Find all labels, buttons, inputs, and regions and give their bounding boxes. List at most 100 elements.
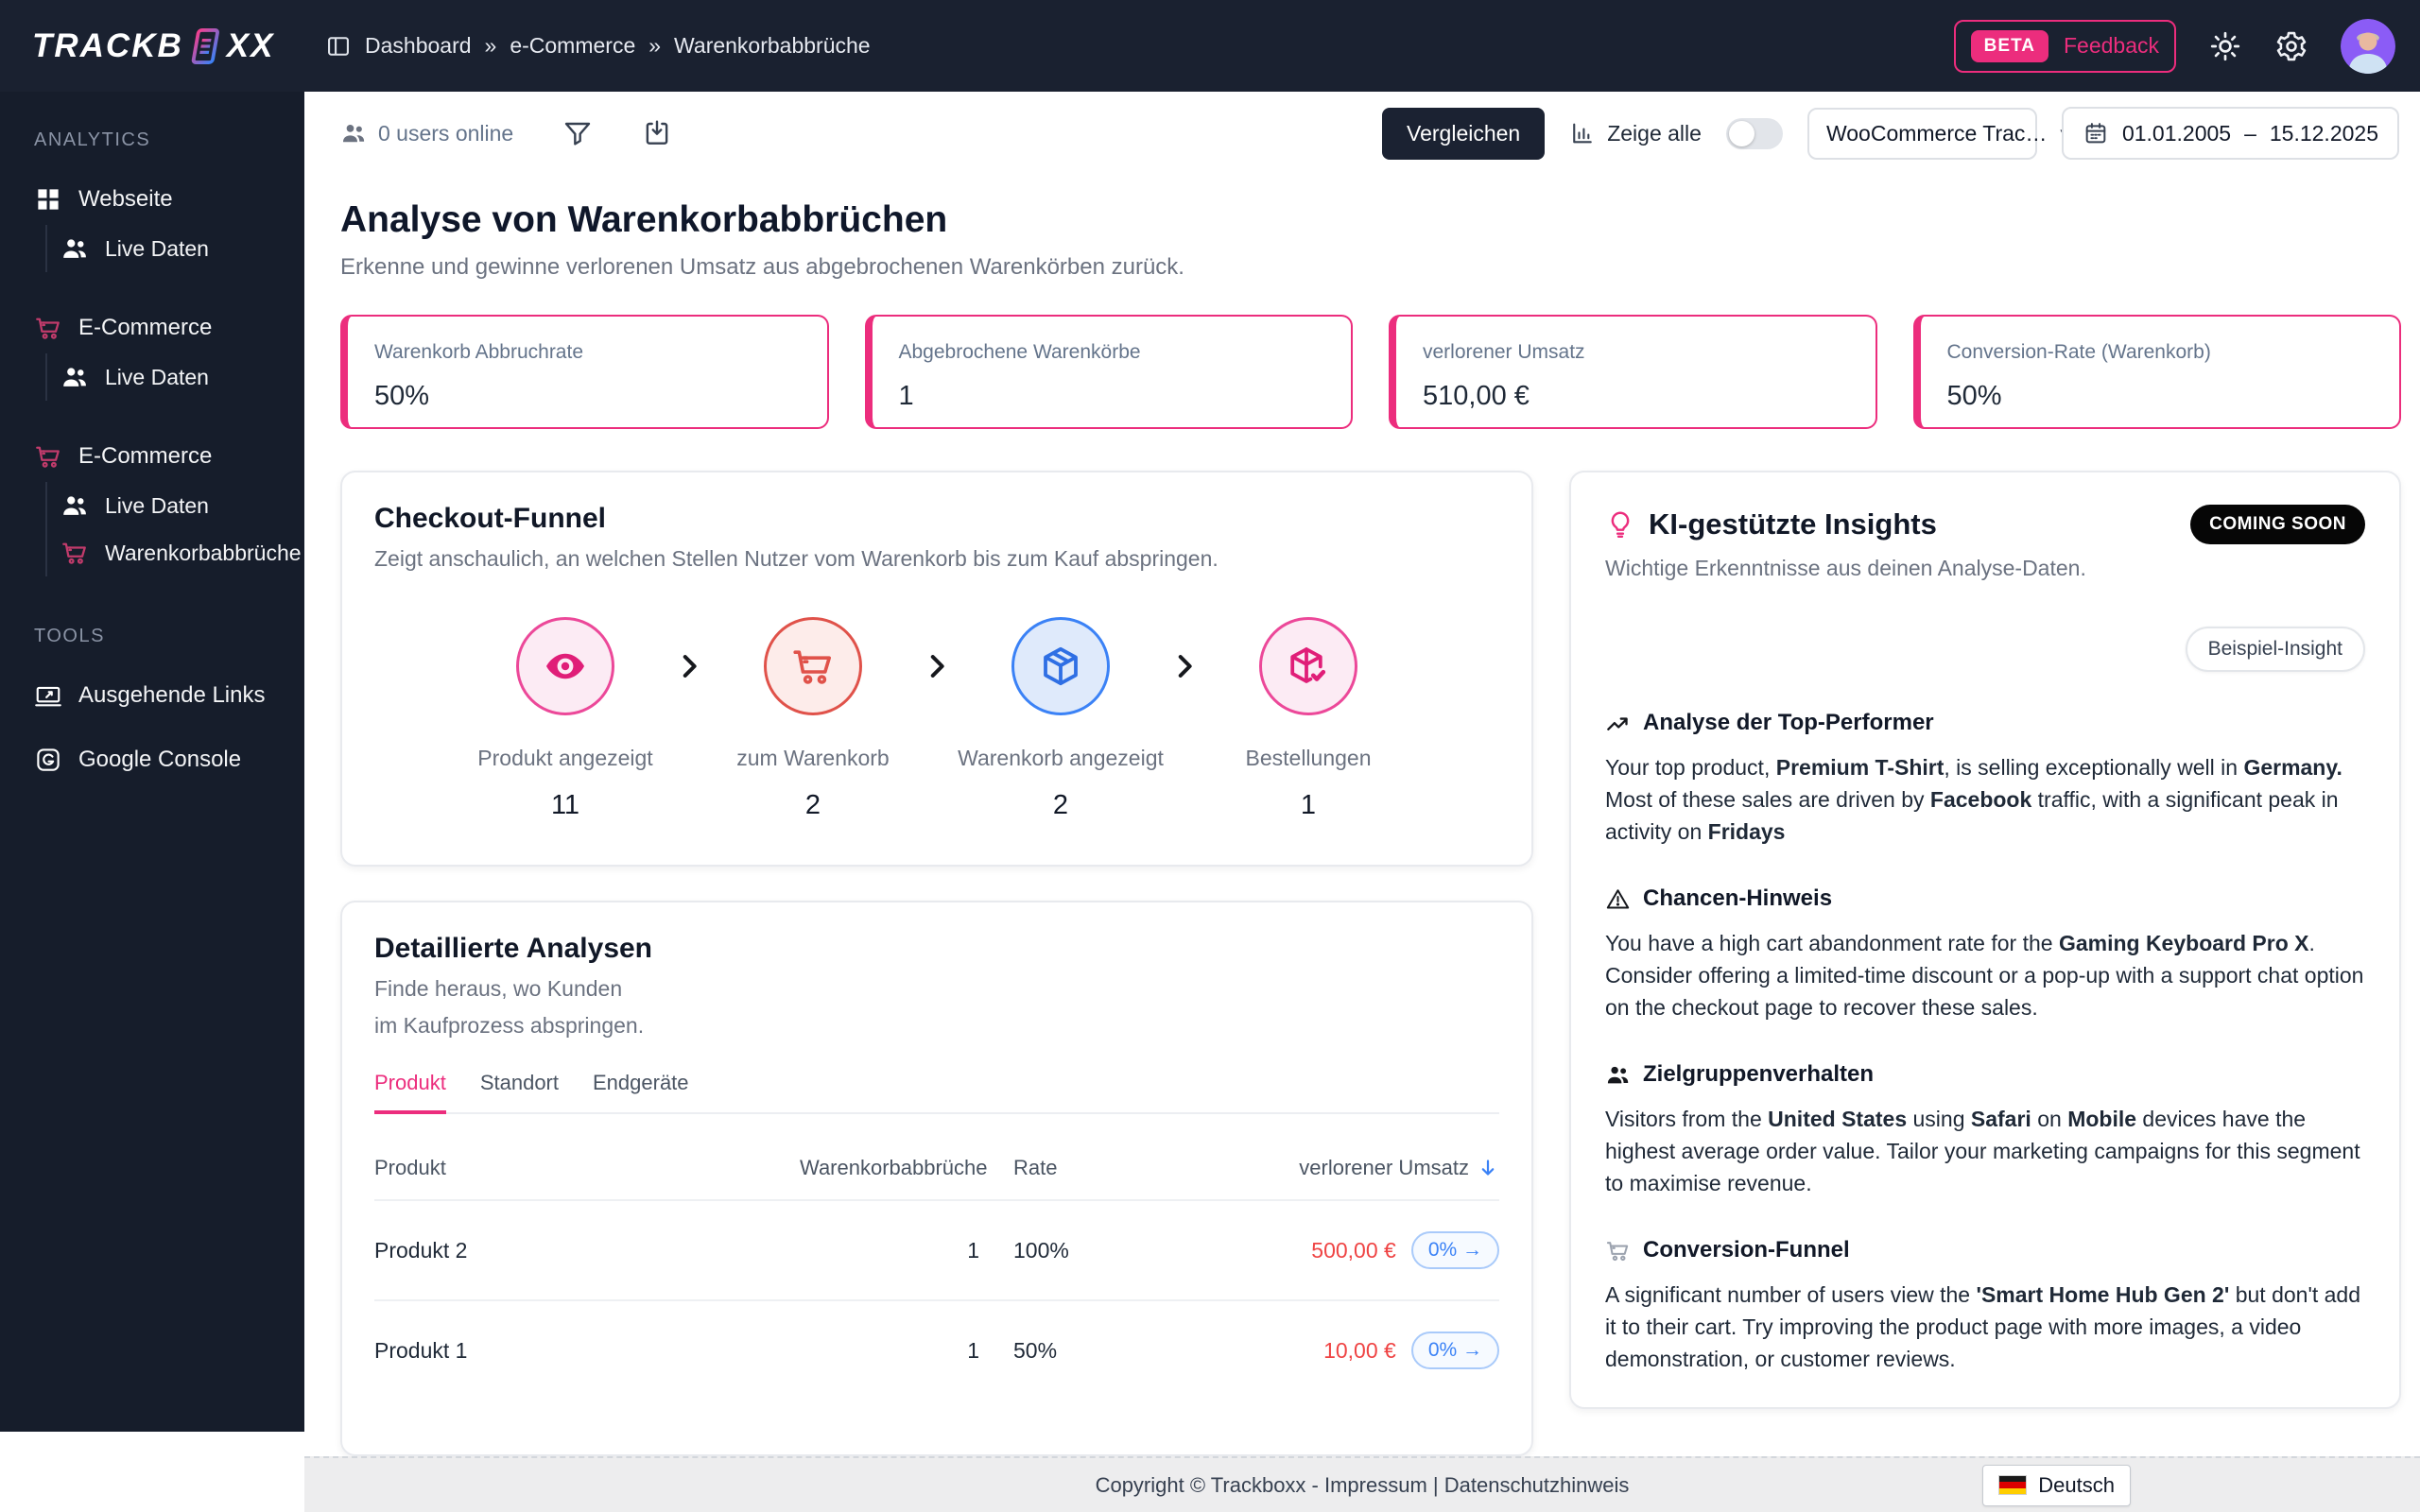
breadcrumb: Dashboard » e-Commerce » Warenkorbabbrüc… <box>325 33 871 60</box>
brand-logo[interactable]: TRACKB XX <box>0 27 304 65</box>
kpi-value: 1 <box>899 381 1325 412</box>
funnel-subtitle: Zeigt anschaulich, an welchen Stellen Nu… <box>374 546 1499 572</box>
coming-soon-badge: COMING SOON <box>2190 505 2365 544</box>
language-button[interactable]: Deutsch <box>1982 1465 2131 1506</box>
sidebar-item-warenkorbabbrueche[interactable]: Warenkorbabbrüche <box>47 529 304 576</box>
breadcrumb-item-ecommerce[interactable]: e-Commerce <box>510 33 635 59</box>
download-icon[interactable] <box>642 118 672 148</box>
table-header-label: verlorener Umsatz <box>1299 1156 1469 1180</box>
sidebar-item-label: Warenkorbabbrüche <box>105 541 302 566</box>
cell-rate: 50% <box>979 1338 1183 1364</box>
insight-heading: Analyse der Top-Performer <box>1643 710 1934 736</box>
date-start: 01.01.2005 <box>2122 121 2231 146</box>
sidebar-item-label: Ausgehende Links <box>78 682 265 709</box>
arrow-down-icon <box>1477 1157 1499 1179</box>
datenschutz-link[interactable]: Datenschutzhinweis <box>1444 1473 1630 1497</box>
date-end: 15.12.2025 <box>2270 121 2378 146</box>
avatar[interactable] <box>2341 19 2395 74</box>
footer: Copyright © Trackboxx - Impressum | Date… <box>304 1456 2420 1512</box>
cart-icon <box>790 644 836 689</box>
funnel-title: Checkout-Funnel <box>374 503 1499 535</box>
cell-rate: 100% <box>979 1238 1183 1263</box>
cart-icon <box>34 442 62 471</box>
show-all-control: Zeige alle <box>1569 120 1702 146</box>
sidebar-item-live-daten[interactable]: Live Daten <box>47 225 304 272</box>
topbar: TRACKB XX Dashboard » e-Commerce » Waren… <box>0 0 2420 92</box>
avatar-image <box>2341 19 2395 74</box>
compare-button[interactable]: Vergleichen <box>1382 108 1545 160</box>
kpi-label: Warenkorb Abbruchrate <box>374 341 801 364</box>
funnel-steps: Produkt angezeigt 11 zum Warenkorb 2 <box>374 617 1499 821</box>
funnel-step-label: Warenkorb angezeigt <box>958 746 1164 771</box>
table-row[interactable]: Produkt 1 1 50% 10,00 € 0% → <box>374 1299 1499 1400</box>
integration-select[interactable]: WooCommerce Trac… ▾ <box>1807 108 2037 160</box>
kpi-label: verlorener Umsatz <box>1423 341 1849 364</box>
tab-standort[interactable]: Standort <box>480 1071 559 1112</box>
kpi-label: Conversion-Rate (Warenkorb) <box>1947 341 2374 364</box>
funnel-step-value: 2 <box>805 790 821 821</box>
sidebar-item-label: Webseite <box>78 186 173 213</box>
beta-badge: BETA <box>1971 30 2048 62</box>
sidebar-item-label: E-Commerce <box>78 443 212 470</box>
sidebar-item-live-daten[interactable]: Live Daten <box>47 482 304 529</box>
insight-heading: Chancen-Hinweis <box>1643 885 1832 912</box>
sidebar-item-ecommerce-2[interactable]: E-Commerce <box>0 433 304 480</box>
breadcrumb-item-warenkorbabbrueche[interactable]: Warenkorbabbrüche <box>674 33 871 59</box>
cell-lost-revenue: 10,00 € <box>1323 1338 1396 1364</box>
sidebar-item-live-daten[interactable]: Live Daten <box>47 353 304 401</box>
funnel-step-produkt-angezeigt: Produkt angezeigt 11 <box>458 617 673 821</box>
table-row[interactable]: Produkt 2 1 100% 500,00 € 0% → <box>374 1199 1499 1299</box>
kpi-value: 50% <box>1947 381 2374 412</box>
feedback-button[interactable]: BETA Feedback <box>1954 20 2176 73</box>
date-range-picker[interactable]: 01.01.2005 – 15.12.2025 <box>2062 107 2399 160</box>
insights-subtitle: Wichtige Erkenntnisse aus deinen Analyse… <box>1605 556 2365 581</box>
toolbar: 0 users online Vergleichen Zeige alle Wo… <box>304 92 2420 175</box>
filter-icon[interactable] <box>562 118 593 148</box>
insight-section-conversion-funnel: Conversion-Funnel A significant number o… <box>1605 1237 2365 1375</box>
cart-icon <box>1605 1238 1631 1263</box>
logo-text-left: TRACKB <box>32 27 183 65</box>
copyright-separator: | <box>1427 1473 1444 1497</box>
panel-left-icon[interactable] <box>325 33 352 60</box>
sidebar-item-ecommerce-1[interactable]: E-Commerce <box>0 304 304 352</box>
sidebar-item-ausgehende-links[interactable]: Ausgehende Links <box>0 672 304 719</box>
show-all-label: Zeige alle <box>1607 121 1702 146</box>
cell-product: Produkt 2 <box>374 1238 800 1263</box>
insight-text: Your top product, Premium T-Shirt, is se… <box>1605 751 2365 848</box>
lightbulb-icon <box>1605 509 1635 540</box>
sidebar-item-label: Live Daten <box>105 365 209 390</box>
cube-logo-icon <box>190 27 220 65</box>
page-subtitle: Erkenne und gewinne verlorenen Umsatz au… <box>340 254 2401 281</box>
cell-product: Produkt 1 <box>374 1338 800 1364</box>
integration-select-value: WooCommerce Trac… <box>1826 121 2047 146</box>
toggle-knob <box>1729 121 1754 146</box>
show-all-toggle[interactable] <box>1726 118 1783 149</box>
kpi-value: 510,00 € <box>1423 381 1849 412</box>
table-header-verlorener-umsatz[interactable]: verlorener Umsatz <box>1183 1156 1499 1180</box>
recovery-badge[interactable]: 0% → <box>1411 1231 1499 1269</box>
gear-icon[interactable] <box>2274 29 2308 63</box>
package-check-icon <box>1286 644 1331 689</box>
sidebar-item-google-console[interactable]: Google Console <box>0 736 304 783</box>
insights-title: KI-gestützte Insights <box>1649 507 1937 541</box>
insight-text: A significant number of users view the '… <box>1605 1279 2365 1375</box>
tab-produkt[interactable]: Produkt <box>374 1071 446 1114</box>
chevron-right-icon <box>1168 650 1201 682</box>
date-separator: – <box>2244 121 2256 146</box>
recovery-badge[interactable]: 0% → <box>1411 1332 1499 1369</box>
sidebar-item-webseite[interactable]: Webseite <box>0 176 304 223</box>
sun-icon[interactable] <box>2208 29 2242 63</box>
bar-chart-icon <box>1569 120 1596 146</box>
breadcrumb-separator: » <box>648 33 661 59</box>
sidebar-item-label: Live Daten <box>105 236 209 262</box>
warning-icon <box>1605 886 1631 912</box>
impressum-link[interactable]: Impressum <box>1324 1473 1427 1497</box>
feedback-label: Feedback <box>2064 33 2159 59</box>
breadcrumb-item-dashboard[interactable]: Dashboard <box>365 33 472 59</box>
tab-endgeraete[interactable]: Endgeräte <box>593 1071 689 1112</box>
german-flag-icon <box>1998 1475 2027 1495</box>
sidebar-section-tools: TOOLS <box>0 626 304 647</box>
checkout-funnel-card: Checkout-Funnel Zeigt anschaulich, an we… <box>340 471 1533 867</box>
cart-icon <box>60 539 89 567</box>
funnel-step-circle <box>764 617 862 715</box>
